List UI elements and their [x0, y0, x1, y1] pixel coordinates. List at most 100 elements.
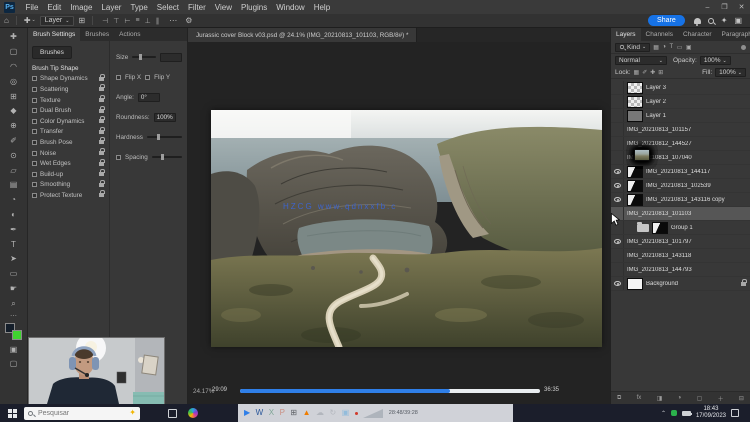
layer-row[interactable]: IMG_20210813_101103: [611, 207, 750, 221]
restore-button[interactable]: ❐: [716, 0, 733, 14]
align-bottom-icon[interactable]: ⊥: [145, 17, 151, 25]
lasso-tool[interactable]: ◠: [0, 60, 28, 75]
eye-toggle[interactable]: [611, 95, 624, 108]
brushes-button[interactable]: Brushes: [32, 46, 72, 59]
word-icon[interactable]: W: [256, 409, 264, 417]
app-grid-icon[interactable]: ⊞: [290, 409, 297, 417]
eye-toggle[interactable]: [611, 277, 624, 290]
layer-row[interactable]: IMG_20210813_144117: [611, 165, 750, 179]
menu-image[interactable]: Image: [66, 0, 97, 14]
brush-item-protect-texture[interactable]: Protect Texture: [28, 190, 109, 201]
path-selection-tool[interactable]: ➤: [0, 252, 28, 267]
checkbox-icon[interactable]: [32, 98, 37, 103]
tab-layers[interactable]: Layers: [611, 28, 641, 41]
dodge-tool[interactable]: ◐: [0, 208, 28, 223]
layer-row[interactable]: IMG_20210812_144527: [611, 137, 750, 151]
menu-window[interactable]: Window: [272, 0, 309, 14]
eye-toggle[interactable]: [611, 81, 624, 94]
marquee-tool[interactable]: ▢: [0, 45, 28, 60]
brush-item-texture[interactable]: Texture: [28, 95, 109, 106]
lock-artboard-icon[interactable]: ⊞: [658, 69, 663, 76]
notifications-bell-icon[interactable]: [694, 18, 701, 24]
angle-value-box[interactable]: 0°: [138, 93, 160, 102]
eye-toggle[interactable]: [611, 249, 624, 262]
home-icon[interactable]: ⌂: [4, 17, 9, 25]
smart-object-filter-icon[interactable]: ▣: [686, 44, 692, 51]
layer-effects-icon[interactable]: fx: [637, 395, 642, 401]
lock-icon[interactable]: [99, 172, 104, 176]
menu-view[interactable]: View: [210, 0, 236, 14]
menu-type[interactable]: Type: [126, 0, 152, 14]
brush-item-brush-pose[interactable]: Brush Pose: [28, 137, 109, 148]
minimize-button[interactable]: –: [699, 0, 716, 14]
brush-tip-shape-item[interactable]: Brush Tip Shape: [28, 63, 109, 74]
lock-icon[interactable]: [99, 130, 104, 134]
eye-toggle[interactable]: [611, 151, 624, 164]
spacing-checkbox[interactable]: [116, 155, 121, 160]
brush-tool[interactable]: ✐: [0, 134, 28, 149]
brush-item-dual-brush[interactable]: Dual Brush: [28, 105, 109, 116]
tab-actions[interactable]: Actions: [114, 28, 145, 41]
taskbar-search[interactable]: ✦: [24, 407, 140, 420]
lock-paint-icon[interactable]: ✐: [642, 69, 647, 76]
type-tool[interactable]: T: [0, 237, 28, 252]
flip-x-checkbox[interactable]: [116, 75, 121, 80]
filter-kind-dropdown[interactable]: Kind ⌄: [615, 43, 650, 52]
background-color-swatch[interactable]: [12, 330, 22, 340]
layer-row[interactable]: Group 1: [611, 221, 750, 235]
checkbox-icon[interactable]: [32, 161, 37, 166]
chevron-down-icon[interactable]: ⌄: [32, 18, 36, 23]
checkbox-icon[interactable]: [32, 193, 37, 198]
hardness-slider[interactable]: [147, 136, 182, 138]
menu-filter[interactable]: Filter: [184, 0, 211, 14]
lock-icon[interactable]: [99, 151, 104, 155]
delete-layer-icon[interactable]: ⊟: [739, 395, 744, 402]
excel-icon[interactable]: X: [269, 409, 274, 417]
share-button[interactable]: Share: [648, 15, 685, 26]
type-filter-icon[interactable]: T: [670, 44, 674, 51]
lock-icon[interactable]: [99, 98, 104, 102]
clone-stamp-tool[interactable]: ⊙: [0, 148, 28, 163]
task-view-button[interactable]: [168, 409, 177, 418]
lock-transparency-icon[interactable]: ▦: [634, 69, 640, 76]
tray-chevron-icon[interactable]: ⌃: [661, 410, 666, 417]
pixel-filter-icon[interactable]: ▦: [653, 44, 659, 51]
video-progress-bar[interactable]: [240, 389, 540, 393]
volume-wedge-icon[interactable]: [363, 409, 383, 418]
checkbox-icon[interactable]: [32, 87, 37, 92]
lock-icon[interactable]: [99, 87, 104, 91]
tray-app-icon[interactable]: [671, 410, 677, 416]
menu-file[interactable]: File: [21, 0, 43, 14]
size-value-box[interactable]: [160, 53, 182, 62]
color-swatches[interactable]: [5, 323, 22, 340]
checkbox-icon[interactable]: [32, 151, 37, 156]
layer-mask-thumbnail[interactable]: [652, 222, 668, 234]
quick-selection-tool[interactable]: ◎: [0, 74, 28, 89]
taskbar-clock[interactable]: 18:43 17/09/2023: [696, 406, 726, 420]
checkbox-icon[interactable]: [32, 76, 37, 81]
layer-thumbnail[interactable]: [634, 149, 650, 161]
move-tool[interactable]: ✚: [0, 30, 28, 45]
photos-icon[interactable]: ▣: [342, 409, 350, 417]
layer-row[interactable]: IMG_20210813_107040: [611, 151, 750, 165]
layer-mask-thumbnail[interactable]: [627, 166, 643, 178]
lock-icon[interactable]: [99, 77, 104, 81]
brush-item-wet-edges[interactable]: Wet Edges: [28, 158, 109, 169]
pen-tool[interactable]: ✒: [0, 222, 28, 237]
lock-icon[interactable]: [99, 140, 104, 144]
transform-controls-icon[interactable]: ⊞: [78, 17, 85, 25]
layer-row[interactable]: Layer 2: [611, 95, 750, 109]
brush-item-color-dynamics[interactable]: Color Dynamics: [28, 116, 109, 127]
layer-thumbnail[interactable]: [627, 96, 643, 108]
move-tool-icon[interactable]: ✚: [24, 17, 31, 25]
zoom-tool[interactable]: ⌕: [0, 296, 28, 311]
layer-row[interactable]: Layer 1: [611, 109, 750, 123]
checkbox-icon[interactable]: [32, 119, 37, 124]
photo-document[interactable]: HZCG www.qdnxxfb.c: [211, 110, 602, 347]
layer-row[interactable]: IMG_20210813_102539: [611, 179, 750, 193]
tab-brush-settings[interactable]: Brush Settings: [28, 28, 80, 41]
brush-item-transfer[interactable]: Transfer: [28, 127, 109, 138]
battery-icon[interactable]: [682, 411, 691, 416]
eye-toggle[interactable]: [611, 193, 624, 206]
tab-paragraph[interactable]: Paragraph: [717, 28, 750, 41]
